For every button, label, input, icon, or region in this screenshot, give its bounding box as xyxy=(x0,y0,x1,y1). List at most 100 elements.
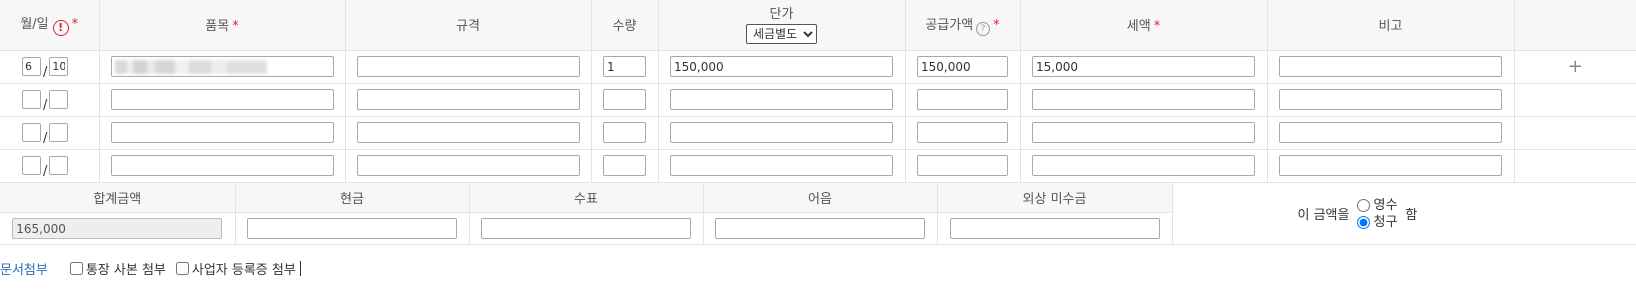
attachment-bar: 문서첨부 통장 사본 첨부 사업자 등록증 첨부 xyxy=(0,258,311,278)
claim-option-label: 청구 xyxy=(1373,214,1398,230)
month-input[interactable] xyxy=(22,156,41,175)
tax-input[interactable] xyxy=(1032,155,1255,176)
check-header: 수표 xyxy=(468,182,704,213)
qty-cell xyxy=(590,82,659,117)
spec-input[interactable] xyxy=(356,155,580,176)
spec-cell xyxy=(344,115,592,150)
qty-input[interactable] xyxy=(603,56,646,77)
spec-header-label: 규격 xyxy=(456,19,480,35)
qty-input[interactable] xyxy=(603,89,646,110)
check-input[interactable] xyxy=(481,218,691,239)
add-row-button[interactable]: + xyxy=(1568,56,1583,77)
spec-input[interactable] xyxy=(356,89,580,110)
cash-input[interactable] xyxy=(247,218,457,239)
tax-header: 세액 * xyxy=(1019,0,1268,51)
qty-cell xyxy=(590,49,659,84)
day-input[interactable] xyxy=(49,123,69,142)
text-caret xyxy=(299,260,301,276)
item-header-label: 품목 xyxy=(205,19,230,35)
tax-cell xyxy=(1019,148,1268,183)
note-input[interactable] xyxy=(1279,89,1502,110)
note-cell xyxy=(1266,115,1515,150)
note-input[interactable] xyxy=(1279,56,1502,77)
total-cell xyxy=(0,212,236,245)
supply-cell xyxy=(904,115,1021,150)
receipt-claim-radio-group: 영수 청구 xyxy=(1357,197,1397,231)
item-cell xyxy=(98,49,346,84)
month-input[interactable] xyxy=(22,90,41,109)
qty-header-label: 수량 xyxy=(612,19,637,35)
supply-cell xyxy=(904,82,1021,117)
item-input[interactable] xyxy=(110,155,334,176)
action-cell xyxy=(1513,82,1636,117)
unit-price-input[interactable] xyxy=(670,155,893,176)
month-input[interactable] xyxy=(22,57,41,76)
tax-input[interactable] xyxy=(1032,56,1255,77)
check-cell xyxy=(468,212,704,245)
spec-header: 규격 xyxy=(344,0,592,51)
action-cell xyxy=(1513,115,1636,150)
qty-input[interactable] xyxy=(603,155,646,176)
date-cell: / xyxy=(0,115,100,150)
credit-input[interactable] xyxy=(949,218,1160,239)
amount-prefix: 이 금액을 xyxy=(1297,208,1350,223)
date-header-label: 월/일 xyxy=(20,17,49,33)
note-input[interactable] xyxy=(1279,122,1502,143)
total-header: 합계금액 xyxy=(0,182,236,213)
receipt-option[interactable]: 영수 xyxy=(1357,197,1397,214)
spec-input[interactable] xyxy=(356,122,580,143)
tax-input[interactable] xyxy=(1032,122,1255,143)
unit-price-header: 단가 세금별도 xyxy=(657,0,906,51)
redacted-item-text xyxy=(114,60,267,74)
tax-type-select[interactable]: 세금별도 xyxy=(746,23,817,44)
business-reg-label: 사업자 등록증 첨부 xyxy=(191,262,296,278)
item-table: 월/일! * 품목 * 규격 수량 단가 세금별도 공급가액? * 세액 * 비… xyxy=(0,0,1636,183)
unit-price-header-label: 단가 xyxy=(769,6,794,22)
unit-price-cell xyxy=(657,82,906,117)
business-reg-attach-option[interactable]: 사업자 등록증 첨부 xyxy=(175,259,301,278)
help-icon[interactable]: ? xyxy=(976,21,991,36)
supply-input[interactable] xyxy=(917,56,1008,77)
action-header xyxy=(1513,0,1636,51)
claim-radio[interactable] xyxy=(1357,215,1371,229)
qty-input[interactable] xyxy=(603,122,646,143)
date-cell: / xyxy=(0,148,100,183)
business-reg-checkbox[interactable] xyxy=(175,261,189,275)
unit-price-input[interactable] xyxy=(670,122,893,143)
item-cell xyxy=(98,148,346,183)
bankbook-attach-option[interactable]: 통장 사본 첨부 xyxy=(69,259,166,278)
document-attach-link[interactable]: 문서첨부 xyxy=(0,259,48,278)
day-input[interactable] xyxy=(49,156,69,175)
claim-option[interactable]: 청구 xyxy=(1357,214,1397,231)
spec-input[interactable] xyxy=(356,56,580,77)
item-input[interactable] xyxy=(110,89,334,110)
bill-cell xyxy=(702,212,938,245)
bankbook-label: 통장 사본 첨부 xyxy=(85,262,166,278)
bill-input[interactable] xyxy=(715,218,925,239)
bankbook-checkbox[interactable] xyxy=(69,261,83,275)
credit-header: 외상 미수금 xyxy=(936,182,1173,213)
tax-input[interactable] xyxy=(1032,89,1255,110)
supply-header: 공급가액? * xyxy=(904,0,1021,51)
day-input[interactable] xyxy=(49,90,69,109)
note-cell xyxy=(1266,82,1515,117)
alert-icon[interactable]: ! xyxy=(52,20,69,37)
unit-price-input[interactable] xyxy=(670,89,893,110)
supply-input[interactable] xyxy=(917,89,1008,110)
receipt-radio[interactable] xyxy=(1357,198,1371,212)
supply-input[interactable] xyxy=(917,122,1008,143)
action-cell: + xyxy=(1513,49,1636,84)
month-input[interactable] xyxy=(22,123,41,142)
note-input[interactable] xyxy=(1279,155,1502,176)
note-header-label: 비고 xyxy=(1378,19,1403,35)
supply-header-label: 공급가액 xyxy=(925,17,974,33)
day-input[interactable] xyxy=(49,57,69,76)
spec-cell xyxy=(344,148,592,183)
unit-price-input[interactable] xyxy=(670,56,893,77)
tax-cell xyxy=(1019,115,1268,150)
note-header: 비고 xyxy=(1266,0,1515,51)
supply-input[interactable] xyxy=(917,155,1008,176)
date-separator: / xyxy=(43,65,48,80)
item-input[interactable] xyxy=(110,122,334,143)
date-header: 월/일! * xyxy=(0,0,100,51)
